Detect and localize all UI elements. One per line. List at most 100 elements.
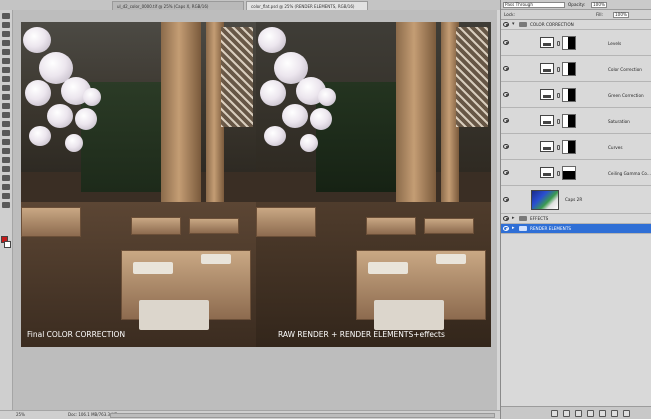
- visibility-eye-icon[interactable]: [503, 226, 509, 231]
- layer-name: Green Correction: [608, 93, 644, 98]
- layer-name: Ceiling Gamma Co...: [608, 171, 651, 176]
- document-tab-1-label: ul_d2_color_0000.tif @ 25% (Caps X, RGB/…: [117, 4, 209, 9]
- type-icon[interactable]: [2, 148, 10, 154]
- new-group-icon[interactable]: [599, 410, 606, 417]
- layer-ceiling-gamma[interactable]: Ceiling Gamma Co...: [501, 160, 651, 186]
- left-caption: Final COLOR CORRECTION: [27, 330, 126, 339]
- pen-icon[interactable]: [2, 139, 10, 145]
- layer-mask-thumbnail[interactable]: [562, 114, 576, 128]
- fx-icon[interactable]: [563, 410, 570, 417]
- visibility-eye-icon[interactable]: [503, 216, 509, 221]
- tools-panel: [0, 10, 13, 410]
- expand-triangle-icon[interactable]: ▸: [512, 215, 515, 221]
- layer-curves[interactable]: Curves: [501, 134, 651, 160]
- layer-mask-thumbnail[interactable]: [562, 140, 576, 154]
- fill-field[interactable]: 100%: [613, 12, 629, 18]
- layers-list: ▾ COLOR CORRECTION Levels Color Correcti…: [501, 20, 651, 250]
- document-tab-1[interactable]: ul_d2_color_0000.tif @ 25% (Caps X, RGB/…: [112, 1, 244, 10]
- layer-name: Curves: [608, 145, 623, 150]
- opacity-field[interactable]: 100%: [591, 2, 607, 8]
- 3d-orbit-icon[interactable]: [2, 184, 10, 190]
- zoom-icon[interactable]: [2, 202, 10, 208]
- layers-panel: Pass Through Opacity: 100% Lock: Fill: 1…: [500, 0, 651, 419]
- layer-saturation[interactable]: Saturation: [501, 108, 651, 134]
- layers-panel-header: Pass Through Opacity: 100%: [501, 0, 651, 10]
- zoom-level[interactable]: 25%: [16, 411, 25, 419]
- delete-layer-icon[interactable]: [623, 410, 630, 417]
- new-adjustment-icon[interactable]: [587, 410, 594, 417]
- expand-triangle-icon[interactable]: ▸: [512, 225, 515, 231]
- layer-mask-thumbnail[interactable]: [562, 166, 576, 180]
- horizontal-scrollbar[interactable]: [110, 413, 495, 418]
- gamma-adjustment-icon: [540, 167, 554, 178]
- layer-color-correction[interactable]: Color Correction: [501, 56, 651, 82]
- folder-icon: [519, 22, 527, 27]
- layer-levels[interactable]: Levels: [501, 30, 651, 56]
- background-color-swatch[interactable]: [4, 241, 11, 248]
- visibility-eye-icon[interactable]: [503, 92, 509, 97]
- layer-group-render-elements[interactable]: ▸ RENDER ELEMENTS: [501, 224, 651, 234]
- document-canvas[interactable]: Final COLOR CORRECTION RAW RENDER + REND…: [21, 22, 491, 347]
- collapse-triangle-icon[interactable]: ▾: [512, 21, 515, 27]
- path-select-icon[interactable]: [2, 157, 10, 163]
- clone-stamp-icon[interactable]: [2, 85, 10, 91]
- canvas-area: Final COLOR CORRECTION RAW RENDER + REND…: [13, 10, 497, 410]
- layer-mask-thumbnail[interactable]: [562, 88, 576, 102]
- 3d-rotate-icon[interactable]: [2, 175, 10, 181]
- new-layer-icon[interactable]: [611, 410, 618, 417]
- fill-label: Fill:: [596, 12, 604, 17]
- status-bar: 25% Doc: 106.1 MB/763.3 MB: [0, 410, 500, 419]
- lock-label: Lock:: [504, 12, 515, 17]
- layer-mask-thumbnail[interactable]: [562, 36, 576, 50]
- brush-icon[interactable]: [2, 76, 10, 82]
- quick-select-icon[interactable]: [2, 40, 10, 46]
- layer-name: Levels: [608, 41, 622, 46]
- levels-adjustment-icon: [540, 37, 554, 48]
- color-balance-adjustment-icon: [540, 63, 554, 74]
- document-tab-2[interactable]: color_flat.psd @ 25% (RENDER ELEMENTS, R…: [246, 1, 368, 10]
- blend-mode-select[interactable]: Pass Through: [503, 2, 565, 8]
- layer-thumbnail[interactable]: [531, 190, 559, 210]
- crop-icon[interactable]: [2, 49, 10, 55]
- chain-link-icon: [557, 171, 560, 176]
- link-layers-icon[interactable]: [551, 410, 558, 417]
- visibility-eye-icon[interactable]: [503, 66, 509, 71]
- dodge-icon[interactable]: [2, 130, 10, 136]
- layer-caps-2r[interactable]: Caps 2R: [501, 186, 651, 214]
- marquee-icon[interactable]: [2, 22, 10, 28]
- chain-link-icon: [557, 93, 560, 98]
- eyedropper-icon[interactable]: [2, 58, 10, 64]
- layer-name: Saturation: [608, 119, 630, 124]
- visibility-eye-icon[interactable]: [503, 40, 509, 45]
- visibility-eye-icon[interactable]: [503, 118, 509, 123]
- lasso-icon[interactable]: [2, 31, 10, 37]
- visibility-eye-icon[interactable]: [503, 22, 509, 27]
- chain-link-icon: [557, 145, 560, 150]
- visibility-eye-icon[interactable]: [503, 144, 509, 149]
- layer-group-effects[interactable]: ▸ EFFECTS: [501, 214, 651, 224]
- folder-icon: [519, 226, 527, 231]
- move-icon[interactable]: [2, 13, 10, 19]
- hand-icon[interactable]: [2, 193, 10, 199]
- visibility-eye-icon[interactable]: [503, 170, 509, 175]
- visibility-eye-icon[interactable]: [503, 197, 509, 202]
- right-caption: RAW RENDER + RENDER ELEMENTS+effects: [278, 330, 445, 339]
- layer-green-correction[interactable]: Green Correction: [501, 82, 651, 108]
- blur-icon[interactable]: [2, 121, 10, 127]
- healing-brush-icon[interactable]: [2, 67, 10, 73]
- gradient-icon[interactable]: [2, 112, 10, 118]
- folder-icon: [519, 216, 527, 221]
- shape-icon[interactable]: [2, 166, 10, 172]
- layer-name: Color Correction: [608, 67, 642, 72]
- add-mask-icon[interactable]: [575, 410, 582, 417]
- layer-name: COLOR CORRECTION: [530, 22, 574, 27]
- opacity-label: Opacity:: [568, 2, 586, 7]
- history-brush-icon[interactable]: [2, 94, 10, 100]
- layer-group-color-correction[interactable]: ▾ COLOR CORRECTION: [501, 20, 651, 30]
- final-render-image: Final COLOR CORRECTION: [21, 22, 256, 347]
- vibrance-adjustment-icon: [540, 115, 554, 126]
- eraser-icon[interactable]: [2, 103, 10, 109]
- layer-mask-thumbnail[interactable]: [562, 62, 576, 76]
- layer-name: RENDER ELEMENTS: [530, 226, 572, 231]
- layer-name: Caps 2R: [565, 197, 583, 202]
